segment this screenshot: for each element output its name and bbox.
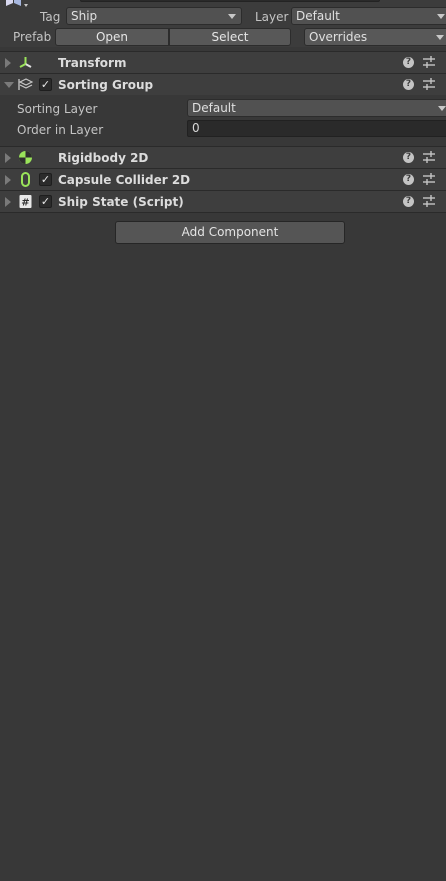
chevron-down-icon (436, 35, 444, 40)
prefab-label: Prefab (13, 30, 52, 44)
help-icon[interactable]: ? (403, 57, 414, 68)
component-sorting-group[interactable]: ✓ Sorting Group ? (0, 73, 446, 95)
foldout-arrow-icon[interactable] (5, 153, 11, 163)
foldout-arrow-icon[interactable] (5, 58, 11, 68)
component-divider (0, 212, 446, 213)
component-title: Rigidbody 2D (58, 151, 149, 165)
order-in-layer-field[interactable]: 0 (187, 120, 446, 137)
sorting-layer-label: Sorting Layer (17, 102, 98, 116)
component-transform[interactable]: Transform ? (0, 51, 446, 73)
component-title: Transform (58, 56, 127, 70)
svg-text:#: # (21, 198, 29, 209)
settings-sliders-icon[interactable] (423, 56, 435, 69)
layer-dropdown[interactable]: Default (291, 7, 446, 25)
settings-sliders-icon[interactable] (423, 78, 435, 91)
add-component-button[interactable]: Add Component (115, 221, 345, 244)
tag-value: Ship (71, 9, 98, 23)
chevron-down-icon (228, 14, 236, 19)
help-icon[interactable]: ? (403, 196, 414, 207)
order-in-layer-label: Order in Layer (17, 123, 104, 137)
layer-label: Layer (255, 10, 289, 24)
layer-value: Default (296, 9, 340, 23)
component-rigidbody-2d[interactable]: Rigidbody 2D ? (0, 146, 446, 168)
settings-sliders-icon[interactable] (423, 173, 435, 186)
transform-icon (19, 57, 32, 68)
foldout-arrow-icon[interactable] (4, 82, 14, 88)
component-title: Capsule Collider 2D (58, 173, 191, 187)
capsule-collider-icon (21, 172, 30, 187)
enabled-checkbox[interactable]: ✓ (39, 195, 52, 208)
enabled-checkbox[interactable]: ✓ (39, 78, 52, 91)
help-icon[interactable]: ? (403, 152, 414, 163)
component-ship-state-script[interactable]: # ✓ Ship State (Script) ? (0, 190, 446, 212)
prefab-select-button[interactable]: Select (169, 28, 291, 46)
rigidbody-icon (19, 151, 32, 164)
tag-label: Tag (40, 10, 61, 24)
object-name-field[interactable] (80, 0, 380, 2)
tag-dropdown[interactable]: Ship (66, 7, 242, 25)
component-title: Ship State (Script) (58, 195, 184, 209)
settings-sliders-icon[interactable] (423, 151, 435, 164)
help-icon[interactable]: ? (403, 174, 414, 185)
sorting-layer-value: Default (192, 101, 236, 115)
enabled-checkbox[interactable]: ✓ (39, 173, 52, 186)
component-capsule-collider-2d[interactable]: ✓ Capsule Collider 2D ? (0, 168, 446, 190)
settings-sliders-icon[interactable] (423, 195, 435, 208)
script-icon: # (19, 195, 32, 209)
chevron-down-icon (437, 14, 445, 19)
sorting-group-icon (18, 78, 33, 90)
foldout-arrow-icon[interactable] (5, 175, 11, 185)
chevron-down-icon (438, 106, 446, 111)
overrides-dropdown[interactable]: Overrides (304, 28, 446, 46)
sorting-layer-dropdown[interactable]: Default (187, 99, 446, 117)
prefab-open-button[interactable]: Open (55, 28, 169, 46)
component-title: Sorting Group (58, 78, 154, 92)
overrides-label: Overrides (309, 30, 368, 44)
help-icon[interactable]: ? (403, 79, 414, 90)
foldout-arrow-icon[interactable] (5, 197, 11, 207)
gameobject-icon[interactable] (2, 0, 28, 10)
